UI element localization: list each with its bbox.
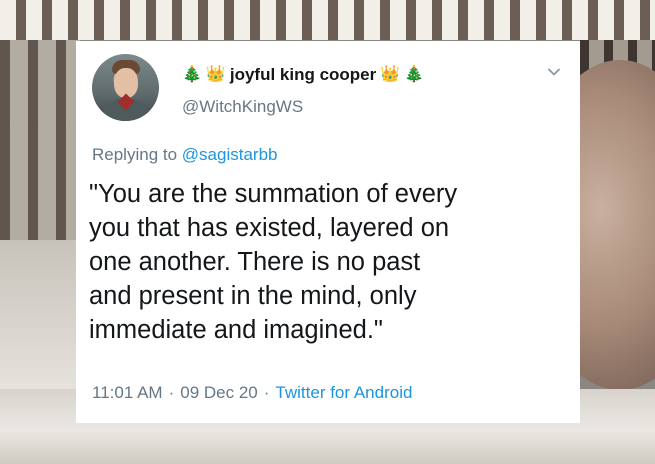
tweet-date[interactable]: 09 Dec 20 xyxy=(180,383,258,403)
replying-to: Replying to @sagistarbb xyxy=(92,145,278,165)
crown-icon: 👑 xyxy=(380,66,401,83)
blanket-left xyxy=(0,240,80,390)
tweet-card: 🎄 👑 joyful king cooper 👑 🎄 @WitchKingWS … xyxy=(76,41,580,423)
tweet-text-line: immediate and imagined." xyxy=(89,316,383,344)
display-name[interactable]: joyful king cooper xyxy=(230,65,376,85)
tweet-text-line: one another. There is no past xyxy=(89,248,421,276)
replying-prefix: Replying to xyxy=(92,145,178,164)
christmas-tree-icon: 🎄 xyxy=(182,66,202,83)
reply-mention-link[interactable]: @sagistarbb xyxy=(182,145,278,164)
user-handle[interactable]: @WitchKingWS xyxy=(182,97,303,117)
avatar[interactable] xyxy=(92,54,159,121)
display-name-row[interactable]: 🎄 👑 joyful king cooper 👑 🎄 xyxy=(182,63,424,87)
tweet-text: "You are the summation of every you that… xyxy=(89,177,569,347)
separator-dot: · xyxy=(168,383,175,402)
tweet-text-line: "You are the summation of every xyxy=(89,180,458,208)
crown-icon: 👑 xyxy=(205,66,226,83)
tweet-time[interactable]: 11:01 AM xyxy=(92,383,163,403)
tweet-metadata: 11:01 AM · 09 Dec 20 · Twitter for Andro… xyxy=(92,383,412,403)
chevron-down-icon[interactable] xyxy=(547,65,561,79)
separator-dot: · xyxy=(263,383,270,402)
tweet-text-line: you that has existed, layered on xyxy=(89,214,450,242)
tweet-text-line: and present in the mind, only xyxy=(89,282,417,310)
crib-rail xyxy=(0,0,655,40)
tweet-source-link[interactable]: Twitter for Android xyxy=(275,383,412,403)
christmas-tree-icon: 🎄 xyxy=(404,66,425,83)
